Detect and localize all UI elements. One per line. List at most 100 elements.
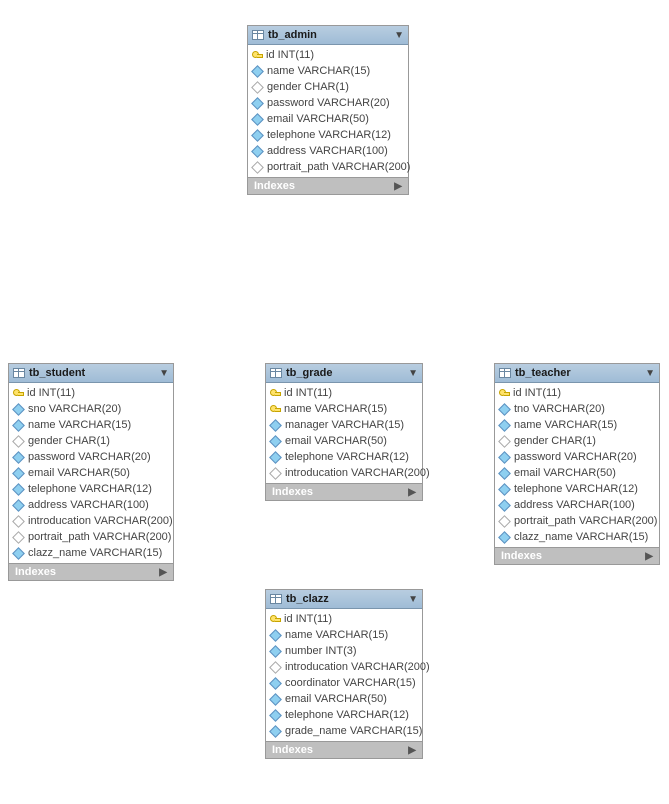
table-clazz[interactable]: tb_clazz▼id INT(11)name VARCHAR(15) numbe… (265, 589, 423, 759)
table-header[interactable]: tb_clazz▼ (266, 590, 422, 609)
table-icon (270, 594, 282, 604)
collapse-arrow-icon[interactable]: ▼ (408, 368, 418, 379)
column-filled-icon (498, 483, 511, 496)
column-row[interactable]: password VARCHAR(20) (248, 95, 408, 111)
primary-key-icon (13, 388, 23, 398)
column-row[interactable]: telephone VARCHAR(12) (266, 449, 422, 465)
column-row[interactable]: clazz_name VARCHAR(15) (9, 545, 173, 561)
collapse-arrow-icon[interactable]: ▼ (408, 594, 418, 605)
table-header[interactable]: tb_admin▼ (248, 26, 408, 45)
column-filled-icon (269, 725, 282, 738)
column-row[interactable]: id INT(11) (266, 611, 422, 627)
column-hollow-icon (251, 161, 264, 174)
column-row[interactable]: telephone VARCHAR(12) (9, 481, 173, 497)
column-row[interactable]: number INT(3) (266, 643, 422, 659)
column-row[interactable]: id INT(11) (9, 385, 173, 401)
table-grade[interactable]: tb_grade▼id INT(11)name VARCHAR(15)manag… (265, 363, 423, 501)
column-row[interactable]: gender CHAR(1) (9, 433, 173, 449)
column-filled-icon (498, 451, 511, 464)
column-row[interactable]: coordinator VARCHAR(15) (266, 675, 422, 691)
column-label: telephone VARCHAR(12) (28, 483, 152, 495)
column-list: id INT(11)name VARCHAR(15) number INT(3) i… (266, 609, 422, 741)
indexes-section[interactable]: Indexes▶ (495, 547, 659, 564)
column-label: name VARCHAR(15) (267, 65, 370, 77)
column-row[interactable]: tno VARCHAR(20) (495, 401, 659, 417)
column-filled-icon (498, 499, 511, 512)
column-row[interactable]: password VARCHAR(20) (495, 449, 659, 465)
column-label: portrait_path VARCHAR(200) (267, 161, 410, 173)
expand-arrow-icon[interactable]: ▶ (159, 567, 167, 578)
column-filled-icon (498, 467, 511, 480)
column-row[interactable]: telephone VARCHAR(12) (248, 127, 408, 143)
column-hollow-icon (498, 515, 511, 528)
column-filled-icon (498, 531, 511, 544)
column-row[interactable]: address VARCHAR(100) (248, 143, 408, 159)
table-student[interactable]: tb_student▼id INT(11) sno VARCHAR(20)name… (8, 363, 174, 581)
indexes-section[interactable]: Indexes ▶ (266, 741, 422, 758)
column-row[interactable]: name VARCHAR(15) (266, 627, 422, 643)
column-row[interactable]: gender CHAR(1) (495, 433, 659, 449)
column-label: address VARCHAR(100) (28, 499, 149, 511)
column-row[interactable]: id INT(11) (266, 385, 422, 401)
column-row[interactable]: id INT(11) (248, 47, 408, 63)
collapse-arrow-icon[interactable]: ▼ (159, 368, 169, 379)
column-label: portrait_path VARCHAR(200) (28, 531, 171, 543)
table-header[interactable]: tb_grade▼ (266, 364, 422, 383)
table-teacher[interactable]: tb_teacher▼id INT(11) tno VARCHAR(20)name… (494, 363, 660, 565)
column-row[interactable]: introducation VARCHAR(200) (266, 659, 422, 675)
column-label: grade_name VARCHAR(15) (285, 725, 422, 737)
column-label: introducation VARCHAR(200) (28, 515, 173, 527)
column-row[interactable]: grade_name VARCHAR(15) (266, 723, 422, 739)
column-row[interactable]: clazz_name VARCHAR(15) (495, 529, 659, 545)
column-row[interactable]: sno VARCHAR(20) (9, 401, 173, 417)
column-row[interactable]: address VARCHAR(100) (9, 497, 173, 513)
column-filled-icon (12, 547, 25, 560)
indexes-section[interactable]: Indexes ▶ (248, 177, 408, 194)
column-row[interactable]: manager VARCHAR(15) (266, 417, 422, 433)
column-row[interactable]: gender CHAR(1) (248, 79, 408, 95)
column-label: number INT(3) (285, 645, 357, 657)
expand-arrow-icon[interactable]: ▶ (408, 745, 416, 756)
column-row[interactable]: email VARCHAR(50) (495, 465, 659, 481)
table-icon (13, 368, 25, 378)
column-row[interactable]: name VARCHAR(15) (248, 63, 408, 79)
column-row[interactable]: email VARCHAR(50) (248, 111, 408, 127)
table-header[interactable]: tb_teacher▼ (495, 364, 659, 383)
column-label: id INT(11) (513, 387, 561, 399)
column-row[interactable]: introducation VARCHAR(200) (9, 513, 173, 529)
expand-arrow-icon[interactable]: ▶ (408, 487, 416, 498)
column-row[interactable]: password VARCHAR(20) (9, 449, 173, 465)
column-label: password VARCHAR(20) (514, 451, 637, 463)
column-row[interactable]: address VARCHAR(100) (495, 497, 659, 513)
table-admin[interactable]: tb_admin▼id INT(11) name VARCHAR(15) gende… (247, 25, 409, 195)
column-label: address VARCHAR(100) (514, 499, 635, 511)
column-row[interactable]: name VARCHAR(15) (266, 401, 422, 417)
column-label: introducation VARCHAR(200) (285, 661, 430, 673)
column-hollow-icon (269, 661, 282, 674)
column-row[interactable]: name VARCHAR(15) (495, 417, 659, 433)
column-row[interactable]: telephone VARCHAR(12) (266, 707, 422, 723)
column-label: email VARCHAR(50) (514, 467, 616, 479)
column-row[interactable]: introducation VARCHAR(200) (266, 465, 422, 481)
column-row[interactable]: telephone VARCHAR(12) (495, 481, 659, 497)
column-label: telephone VARCHAR(12) (514, 483, 638, 495)
column-filled-icon (269, 435, 282, 448)
expand-arrow-icon[interactable]: ▶ (645, 551, 653, 562)
column-row[interactable]: name VARCHAR(15) (9, 417, 173, 433)
indexes-label: Indexes (272, 744, 313, 756)
column-row[interactable]: email VARCHAR(50) (9, 465, 173, 481)
collapse-arrow-icon[interactable]: ▼ (394, 30, 404, 41)
indexes-section[interactable]: Indexes▶ (9, 563, 173, 580)
column-label: id INT(11) (27, 387, 75, 399)
column-row[interactable]: portrait_path VARCHAR(200) (248, 159, 408, 175)
table-header[interactable]: tb_student▼ (9, 364, 173, 383)
column-row[interactable]: email VARCHAR(50) (266, 433, 422, 449)
column-row[interactable]: id INT(11) (495, 385, 659, 401)
column-row[interactable]: email VARCHAR(50) (266, 691, 422, 707)
expand-arrow-icon[interactable]: ▶ (394, 181, 402, 192)
indexes-label: Indexes (254, 180, 295, 192)
collapse-arrow-icon[interactable]: ▼ (645, 368, 655, 379)
indexes-section[interactable]: Indexes▶ (266, 483, 422, 500)
column-row[interactable]: portrait_path VARCHAR(200) (9, 529, 173, 545)
column-row[interactable]: portrait_path VARCHAR(200) (495, 513, 659, 529)
